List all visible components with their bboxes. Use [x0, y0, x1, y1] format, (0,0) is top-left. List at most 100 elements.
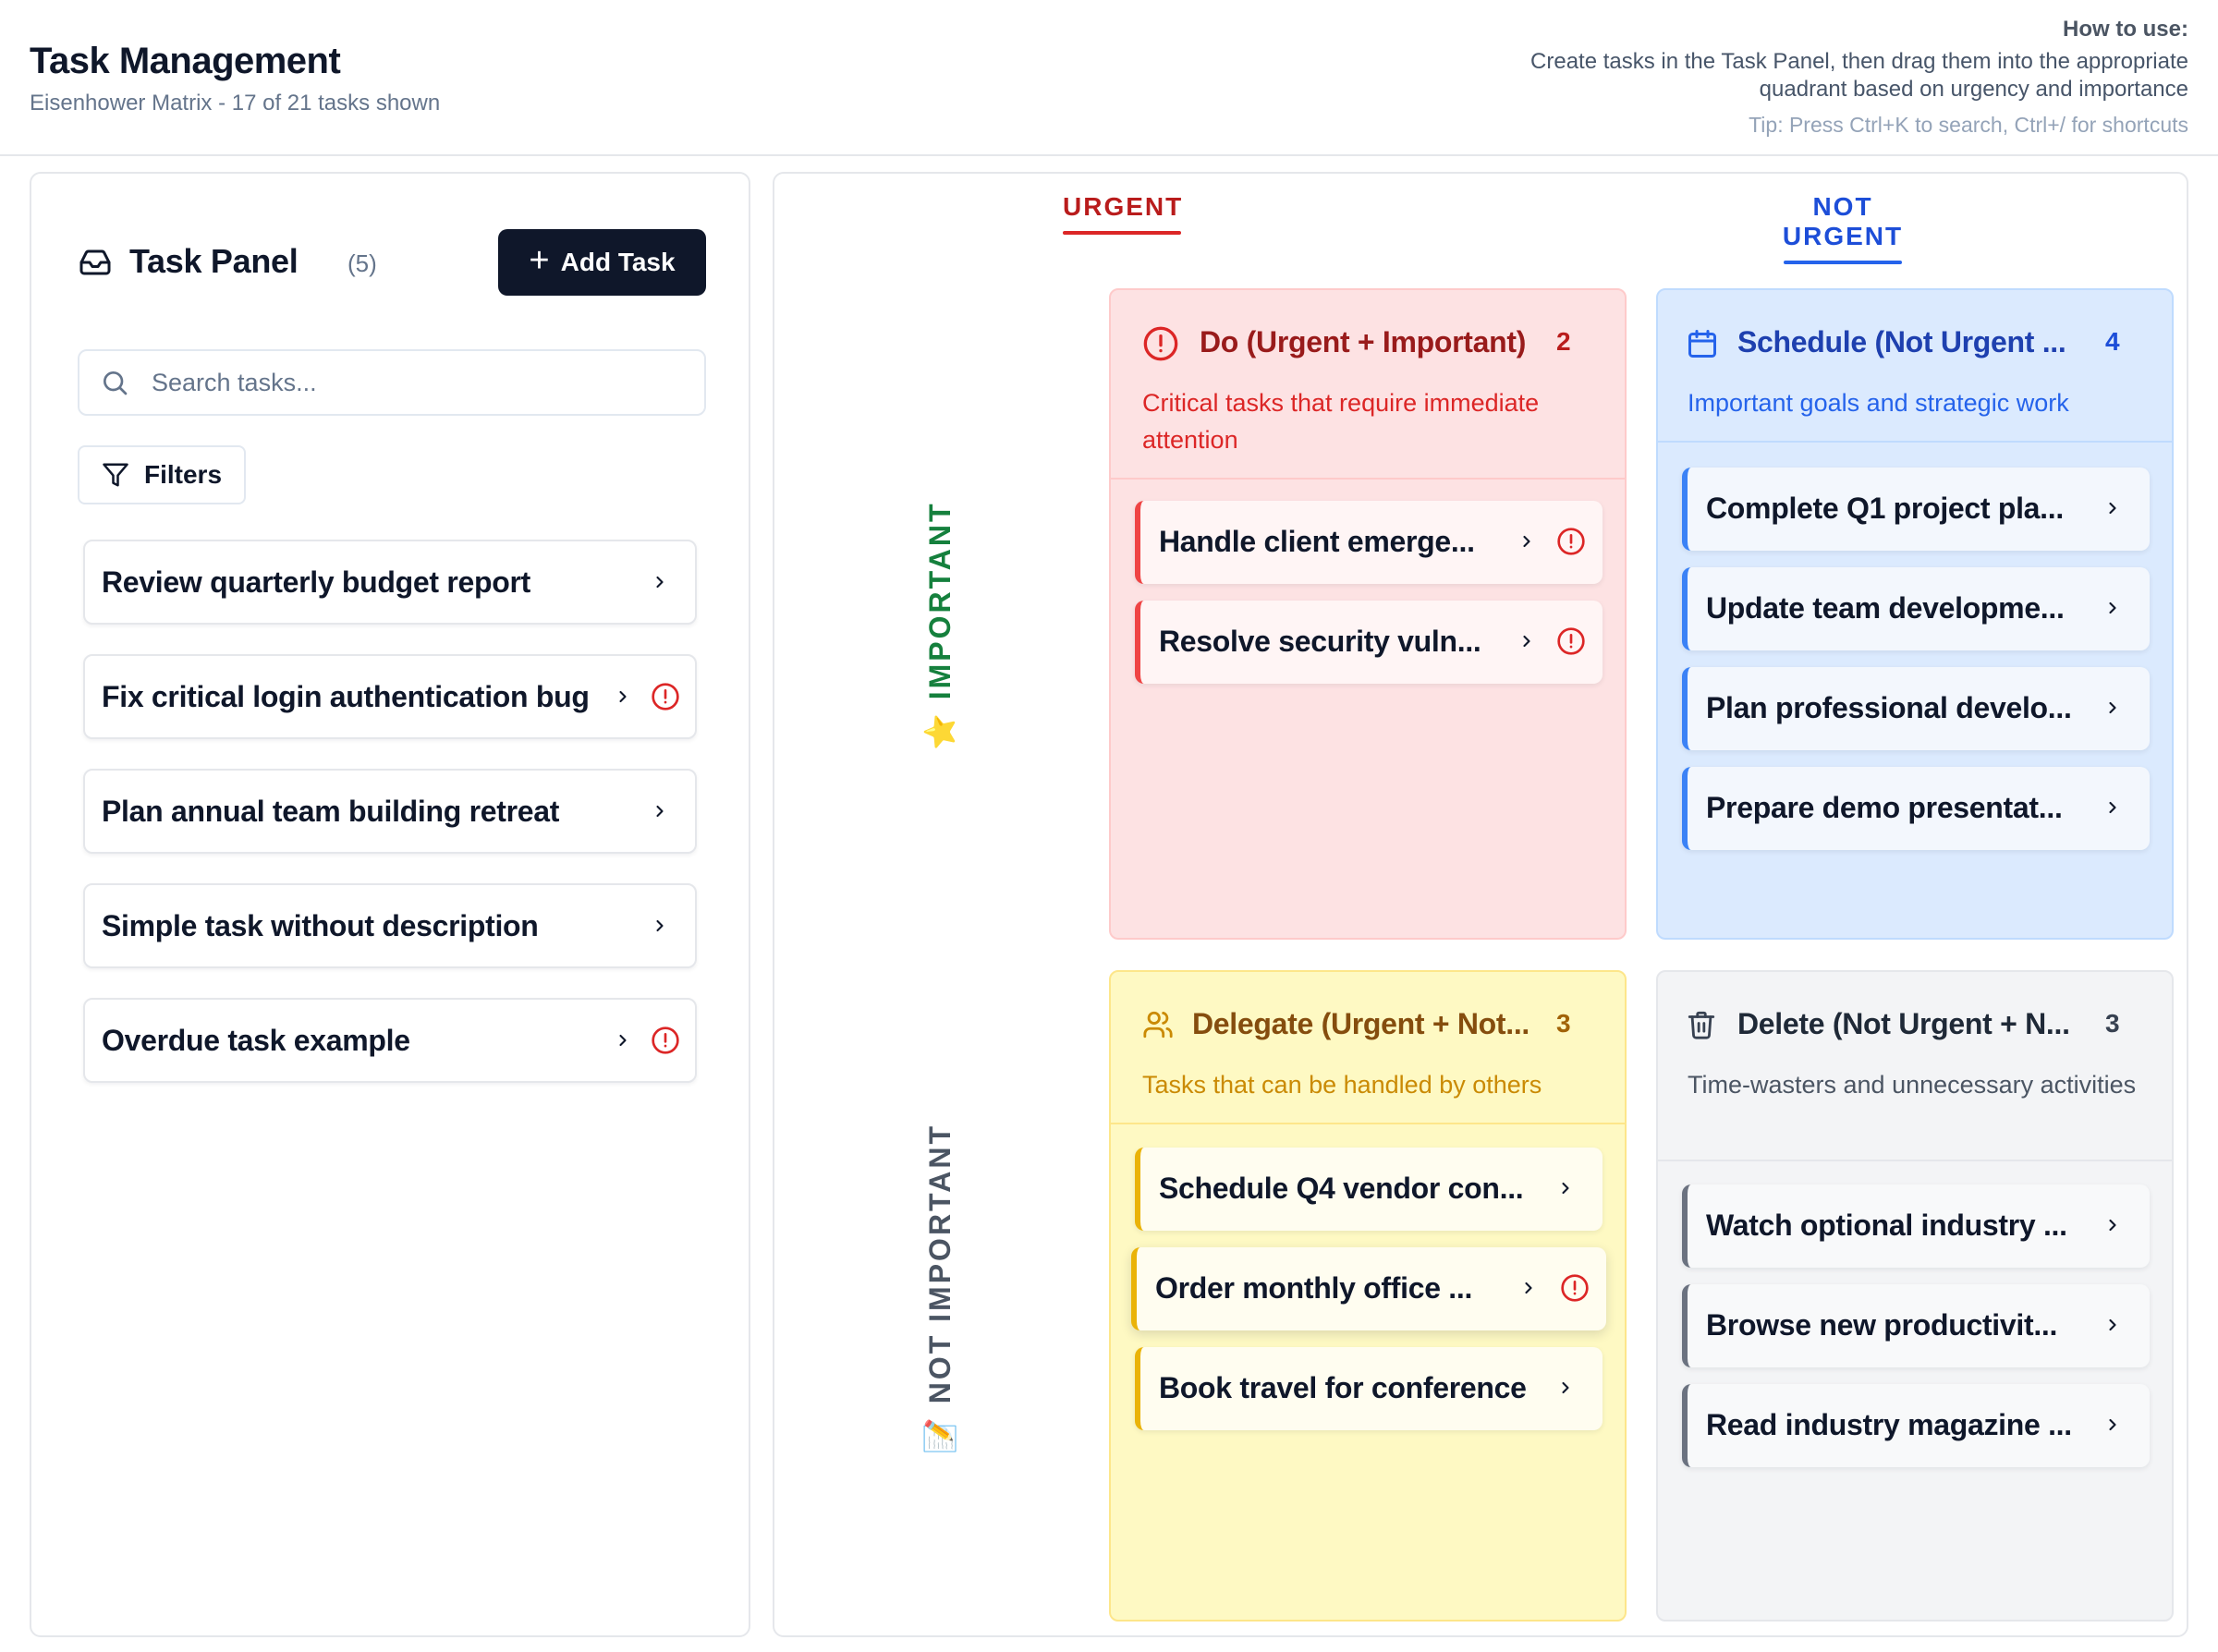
- page-title: Task Management: [30, 41, 341, 81]
- quadrant-header: Delete (Not Urgent + N... 3 Time-wasters…: [1658, 972, 2172, 1161]
- task-title: Update team developme...: [1706, 591, 2065, 625]
- column-label-not-urgent: NOT URGENT: [1782, 192, 1904, 250]
- quadrant-description: Important goals and strategic work: [1688, 389, 2069, 417]
- task-card[interactable]: Plan professional develo...: [1682, 667, 2150, 750]
- search-icon: [104, 371, 128, 395]
- plus-icon: +: [529, 241, 550, 280]
- task-card[interactable]: Schedule Q4 vendor con...: [1135, 1148, 1603, 1231]
- chevron-right-icon[interactable]: [1556, 1179, 1575, 1197]
- how-to-line-1: Create tasks in the Task Panel, then dra…: [1530, 49, 2188, 74]
- task-title: Order monthly office ...: [1155, 1271, 1473, 1305]
- filters-button[interactable]: Filters: [78, 445, 246, 504]
- task-title: Overdue task example: [102, 1024, 410, 1057]
- chevron-right-icon[interactable]: [2103, 599, 2122, 617]
- panel-task-card[interactable]: Plan annual team building retreat: [83, 769, 697, 854]
- task-panel-header: Task Panel (5) + Add Task: [78, 229, 706, 296]
- task-card[interactable]: Complete Q1 project pla...: [1682, 468, 2150, 551]
- task-title: Schedule Q4 vendor con...: [1159, 1172, 1524, 1205]
- quadrant-description: Critical tasks that require immediate at…: [1142, 389, 1540, 454]
- chevron-right-icon[interactable]: [614, 1031, 632, 1050]
- filter-icon: [103, 463, 128, 487]
- quadrant-count: 2: [1556, 327, 1571, 356]
- chevron-right-icon[interactable]: [1517, 632, 1536, 650]
- quadrant-title: Delete (Not Urgent + N...: [1737, 1007, 2070, 1040]
- task-panel: Task Panel (5) + Add Task Search tasks..…: [30, 172, 750, 1637]
- task-title: Plan annual team building retreat: [102, 795, 560, 828]
- panel-task-card[interactable]: Fix critical login authentication bug: [83, 654, 697, 739]
- column-label-urgent: URGENT: [1063, 192, 1184, 221]
- chevron-right-icon[interactable]: [1519, 1279, 1538, 1297]
- task-card[interactable]: Read industry magazine ...: [1682, 1384, 2150, 1467]
- add-task-button[interactable]: + Add Task: [498, 229, 706, 296]
- task-title: Book travel for conference: [1159, 1371, 1527, 1404]
- chevron-right-icon[interactable]: [2103, 1316, 2122, 1334]
- chevron-right-icon[interactable]: [2103, 499, 2122, 517]
- quadrant-header: Schedule (Not Urgent ... 4 Important goa…: [1658, 290, 2172, 443]
- task-panel-count: (5): [347, 249, 377, 277]
- task-title: Fix critical login authentication bug: [102, 680, 590, 713]
- inbox-icon: [79, 249, 111, 275]
- chevron-right-icon[interactable]: [651, 573, 669, 591]
- task-title: Read industry magazine ...: [1706, 1408, 2072, 1441]
- filters-label: Filters: [144, 460, 223, 489]
- task-card[interactable]: Resolve security vuln...: [1135, 601, 1603, 684]
- column-header-urgent: URGENT: [1063, 192, 1184, 235]
- panel-task-card[interactable]: Review quarterly budget report: [83, 540, 697, 625]
- task-title: Watch optional industry ...: [1706, 1209, 2067, 1242]
- alert-circle-icon: [652, 1026, 679, 1054]
- task-title: Prepare demo presentat...: [1706, 791, 2063, 824]
- panel-task-card[interactable]: Simple task without description: [83, 883, 697, 968]
- task-card[interactable]: Browse new productivit...: [1682, 1284, 2150, 1367]
- task-card[interactable]: Handle client emerge...: [1135, 501, 1603, 584]
- quadrant-header: Delegate (Urgent + Not... 3 Tasks that c…: [1111, 972, 1625, 1124]
- column-header-not-urgent: NOT URGENT: [1750, 192, 1935, 264]
- chevron-right-icon[interactable]: [651, 917, 669, 935]
- task-card[interactable]: Prepare demo presentat...: [1682, 767, 2150, 850]
- trash-icon: [1688, 1011, 1715, 1039]
- task-card[interactable]: Book travel for conference: [1135, 1347, 1603, 1430]
- quadrant-schedule[interactable]: Schedule (Not Urgent ... 4 Important goa…: [1656, 288, 2174, 940]
- alert-circle-icon: [1557, 627, 1585, 655]
- quadrant-count: 4: [2105, 327, 2120, 356]
- chevron-right-icon[interactable]: [2103, 698, 2122, 717]
- task-title: Handle client emerge...: [1159, 525, 1475, 558]
- quadrant-delete[interactable]: Delete (Not Urgent + N... 3 Time-wasters…: [1656, 970, 2174, 1622]
- row-label-not-important: 📝 NOT IMPORTANT: [923, 1124, 957, 1454]
- how-to-line-2: quadrant based on urgency and importance: [1759, 77, 2188, 102]
- task-title: Simple task without description: [102, 909, 539, 942]
- task-panel-list: Review quarterly budget report Fix criti…: [83, 540, 697, 1112]
- task-panel-title: Task Panel: [129, 242, 299, 280]
- quadrant-title: Delegate (Urgent + Not...: [1192, 1007, 1530, 1040]
- task-title: Resolve security vuln...: [1159, 625, 1481, 658]
- chevron-right-icon[interactable]: [2103, 1216, 2122, 1234]
- search-input[interactable]: Search tasks...: [78, 349, 706, 416]
- quadrant-description: Time-wasters and unnecessary activities: [1688, 1071, 2137, 1099]
- task-card[interactable]: Order monthly office ...: [1131, 1247, 1606, 1330]
- quadrant-title: Do (Urgent + Important): [1200, 325, 1527, 358]
- task-card[interactable]: Watch optional industry ...: [1682, 1184, 2150, 1268]
- chevron-right-icon[interactable]: [1517, 532, 1536, 551]
- task-title: Review quarterly budget report: [102, 565, 530, 599]
- chevron-right-icon[interactable]: [1556, 1379, 1575, 1397]
- not-urgent-underline: [1784, 261, 1902, 264]
- alert-circle-icon: [1561, 1274, 1589, 1302]
- task-card[interactable]: Update team developme...: [1682, 567, 2150, 650]
- quadrant-do[interactable]: Do (Urgent + Important) 2 Critical tasks…: [1109, 288, 1627, 940]
- chevron-right-icon[interactable]: [2103, 798, 2122, 817]
- alert-circle-icon: [652, 683, 679, 711]
- quadrant-count: 3: [2105, 1009, 2120, 1038]
- chevron-right-icon[interactable]: [2103, 1415, 2122, 1434]
- chevron-right-icon[interactable]: [651, 802, 669, 820]
- quadrant-count: 3: [1556, 1009, 1571, 1038]
- quadrant-description: Tasks that can be handled by others: [1142, 1071, 1542, 1099]
- calendar-icon: [1688, 330, 1716, 358]
- panel-task-card[interactable]: Overdue task example: [83, 998, 697, 1083]
- quadrant-delegate[interactable]: Delegate (Urgent + Not... 3 Tasks that c…: [1109, 970, 1627, 1622]
- quadrant-title: Schedule (Not Urgent ...: [1737, 325, 2066, 358]
- urgent-underline: [1063, 231, 1181, 235]
- chevron-right-icon[interactable]: [614, 687, 632, 706]
- how-to-use: How to use: Create tasks in the Task Pan…: [1357, 15, 2188, 139]
- quadrant-header: Do (Urgent + Important) 2 Critical tasks…: [1111, 290, 1625, 480]
- how-to-heading: How to use:: [2063, 17, 2188, 42]
- search-placeholder: Search tasks...: [152, 368, 317, 396]
